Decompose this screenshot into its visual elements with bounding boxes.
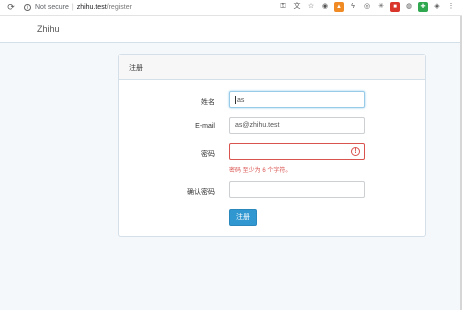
name-value: as [237, 96, 245, 104]
extension-icon[interactable]: ✚ [418, 2, 428, 12]
name-label: 姓名 [201, 99, 215, 106]
extension-icon[interactable]: ■ [390, 2, 400, 12]
reload-icon[interactable]: ⟳ [4, 2, 18, 13]
register-panel: 注册 姓名 as E-mail as@zhihu.test 密码 ! 密码 至少… [118, 54, 426, 237]
extension-icon[interactable]: ✳ [376, 2, 386, 12]
key-icon[interactable]: ⚿ [278, 2, 288, 12]
translate-icon[interactable]: 文 [292, 2, 302, 12]
browser-toolbar: ⟳ i Not secure | zhihu.test /register ⚿ … [0, 0, 462, 16]
extension-toolbar: ⚿ 文 ☆ ◉ ▲ ϟ ◎ ✳ ■ ◍ ✚ ◈ ⋮ [278, 2, 456, 12]
extension-icon[interactable]: ◍ [404, 2, 414, 12]
url-path: /register [106, 4, 132, 11]
confirm-password-label: 确认密码 [187, 189, 215, 196]
menu-icon[interactable]: ⋮ [446, 2, 456, 12]
brand-logo[interactable]: Zhihu [37, 24, 60, 34]
address-separator: | [71, 4, 74, 11]
email-value: as@zhihu.test [235, 122, 280, 129]
extension-icon[interactable]: ◉ [320, 2, 330, 12]
panel-title: 注册 [119, 55, 425, 80]
confirm-password-input[interactable] [229, 181, 365, 198]
info-icon[interactable]: i [24, 4, 31, 11]
password-error-message: 密码 至少为 6 个字符。 [229, 168, 292, 174]
password-label: 密码 [201, 151, 215, 158]
security-status: Not secure [35, 4, 69, 11]
address-bar[interactable]: i Not secure | zhihu.test /register [24, 1, 132, 15]
extension-icon[interactable]: ϟ [348, 2, 358, 12]
error-icon: ! [351, 147, 360, 156]
name-input[interactable]: as [229, 91, 365, 108]
password-input[interactable]: ! [229, 143, 365, 160]
app-navbar: Zhihu [0, 16, 462, 43]
url-host: zhihu.test [76, 4, 107, 11]
text-caret [235, 96, 236, 104]
extension-icon[interactable]: ▲ [334, 2, 344, 12]
email-input[interactable]: as@zhihu.test [229, 117, 365, 134]
extension-icon[interactable]: ◈ [432, 2, 442, 12]
email-label: E-mail [195, 123, 215, 130]
extension-icon[interactable]: ◎ [362, 2, 372, 12]
star-icon[interactable]: ☆ [306, 2, 316, 12]
register-button[interactable]: 注册 [229, 209, 257, 226]
